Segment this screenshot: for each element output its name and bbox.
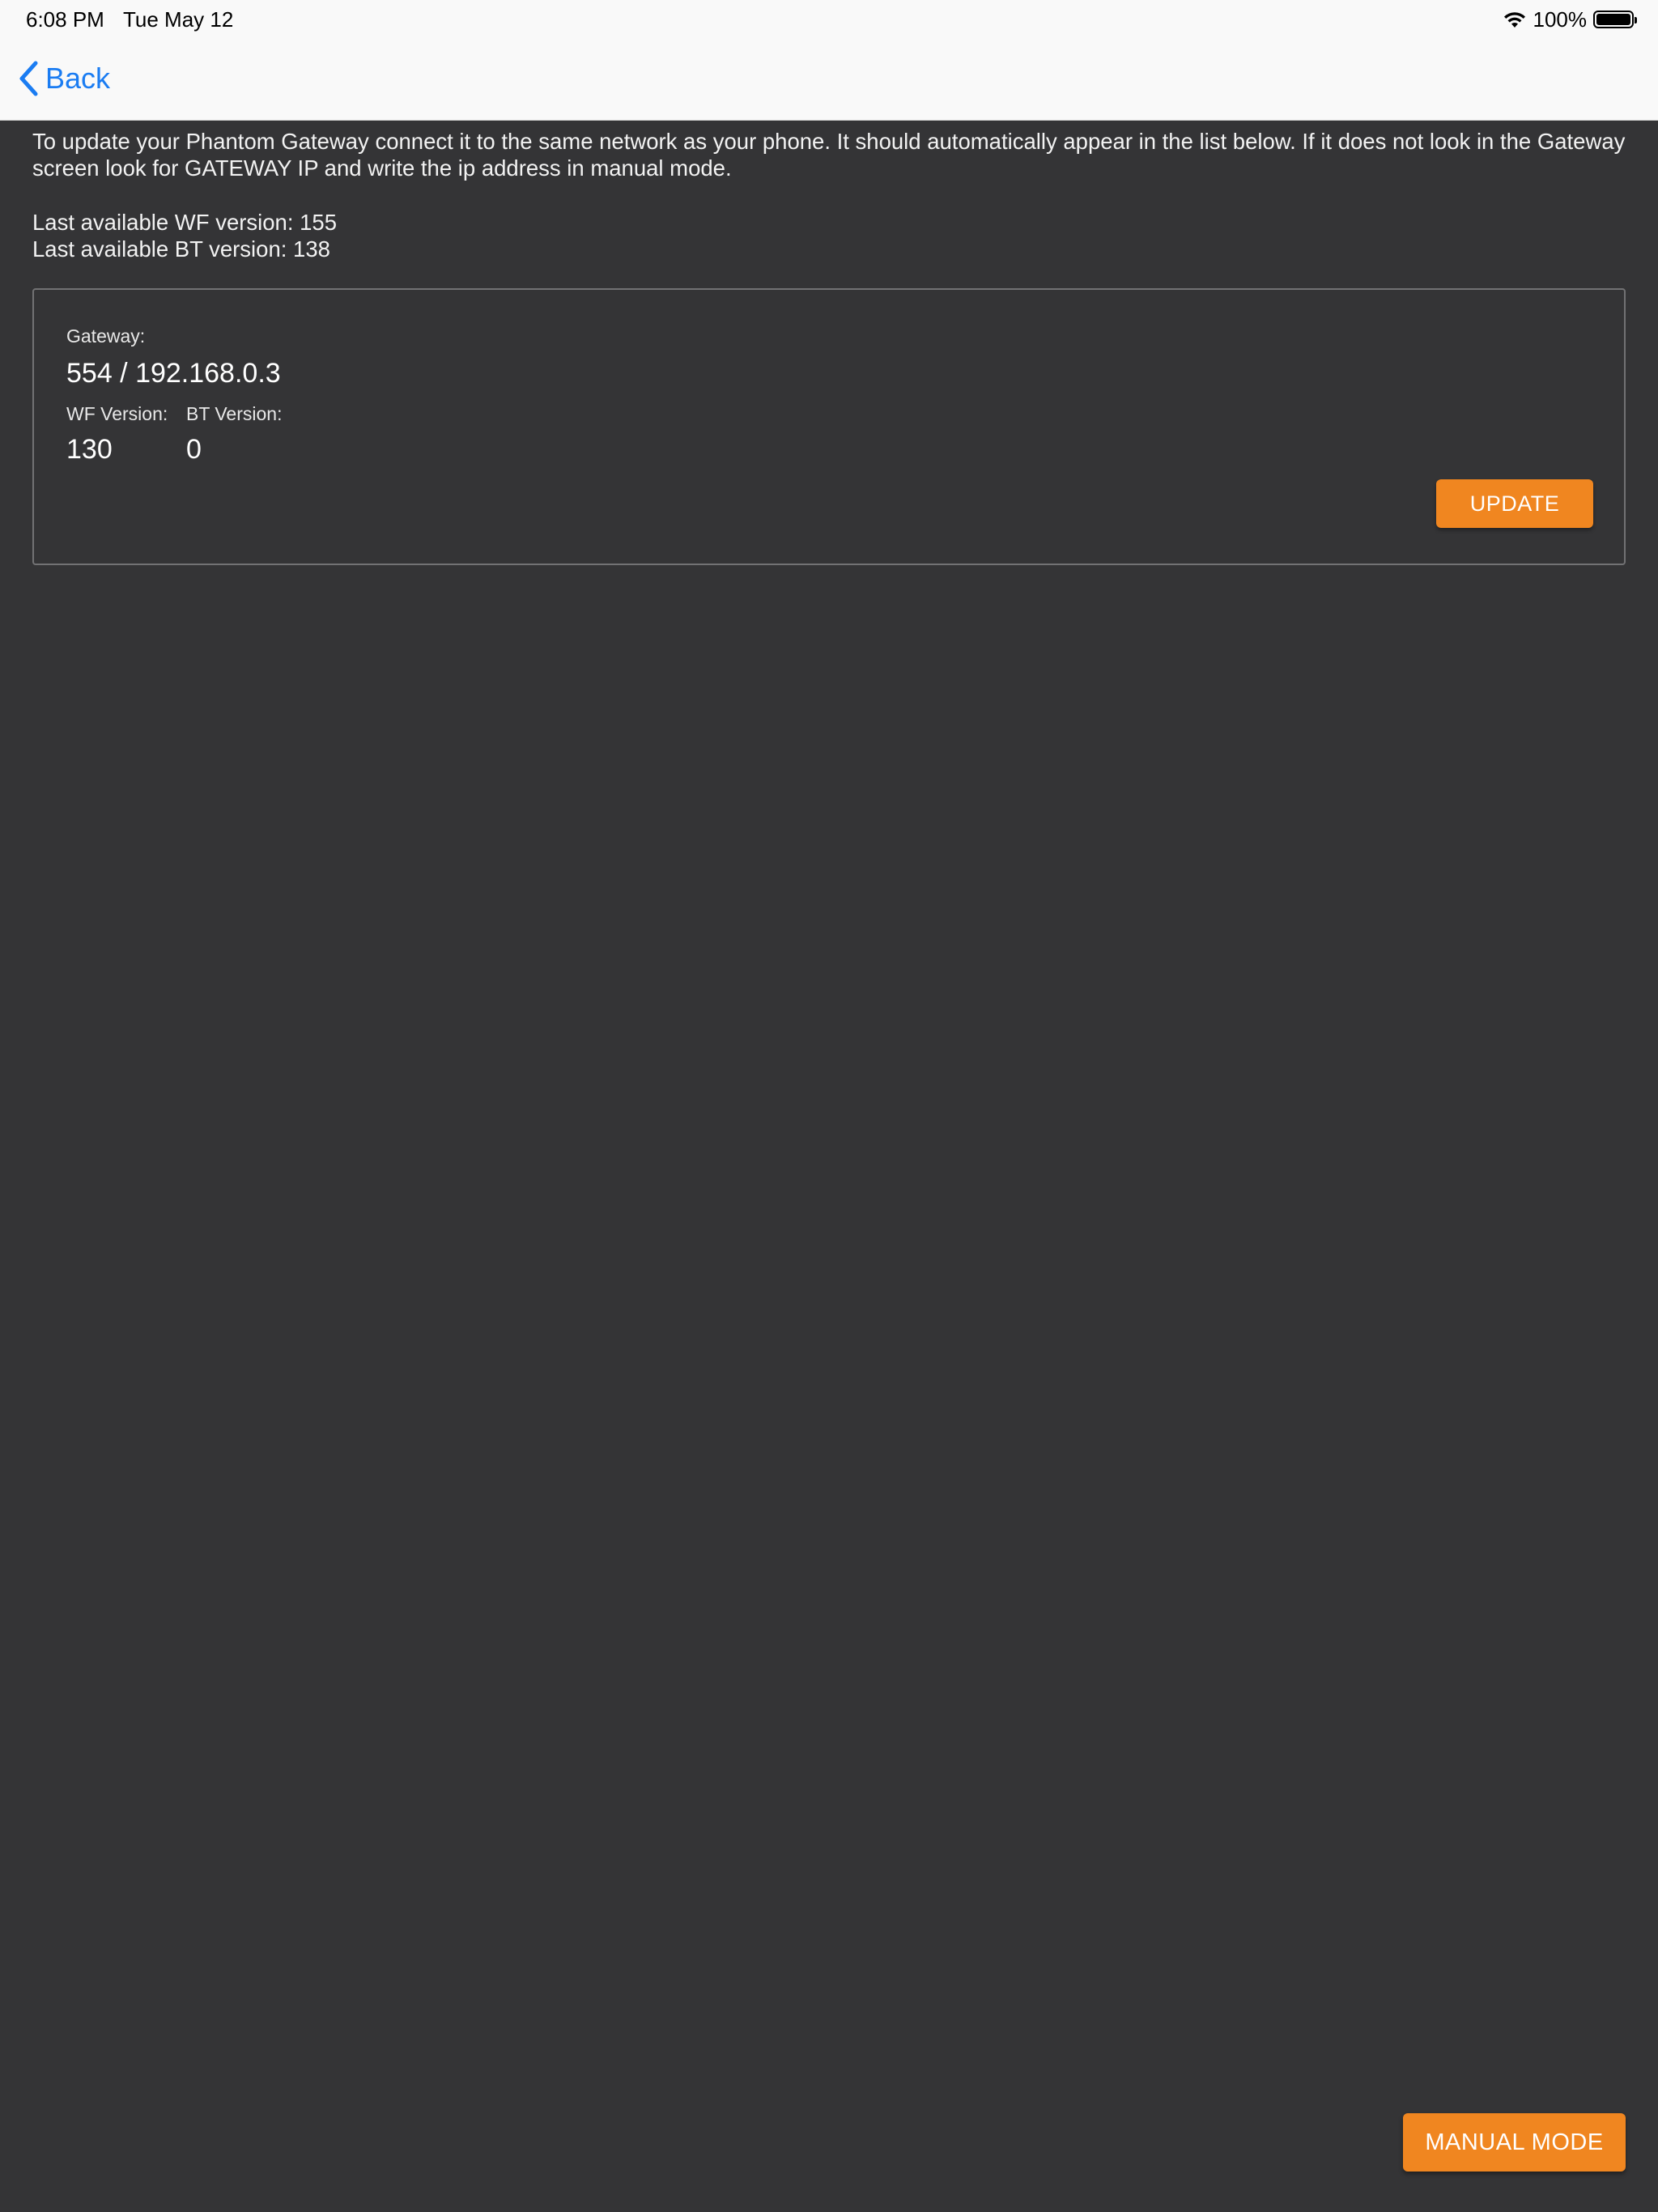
back-label: Back — [45, 62, 111, 95]
last-wf-version: Last available WF version: 155 — [32, 210, 338, 235]
status-indicators: 100% — [1503, 6, 1637, 32]
bt-version-value: 0 — [186, 434, 202, 465]
last-bt-version: Last available BT version: 138 — [32, 236, 330, 262]
bt-version-label: BT Version: — [186, 403, 283, 424]
manual-mode-button[interactable]: MANUAL MODE — [1403, 2113, 1626, 2172]
status-date: Tue May 12 — [123, 7, 234, 32]
back-button[interactable]: Back — [16, 58, 110, 99]
instructions-text: To update your Phantom Gateway connect i… — [32, 129, 1626, 181]
update-button[interactable]: UPDATE — [1436, 479, 1593, 528]
wf-version-value: 130 — [66, 434, 113, 465]
gateway-card: Gateway: 554 / 192.168.0.3 WF Version: B… — [32, 288, 1626, 565]
wf-version-label: WF Version: — [66, 403, 168, 424]
chevron-left-icon — [19, 61, 38, 96]
battery-fill — [1596, 14, 1630, 25]
top-bar: 6:08 PM Tue May 12 100% Back — [0, 0, 1658, 121]
battery-nub — [1635, 17, 1637, 23]
wifi-icon — [1503, 12, 1525, 28]
available-versions: Last available WF version: 155 Last avai… — [32, 209, 337, 262]
gateway-label: Gateway: — [66, 325, 146, 347]
battery-percent: 100% — [1533, 6, 1588, 32]
gateway-value: 554 / 192.168.0.3 — [66, 358, 281, 389]
status-time: 6:08 PM — [26, 7, 104, 32]
battery-icon — [1593, 11, 1637, 28]
